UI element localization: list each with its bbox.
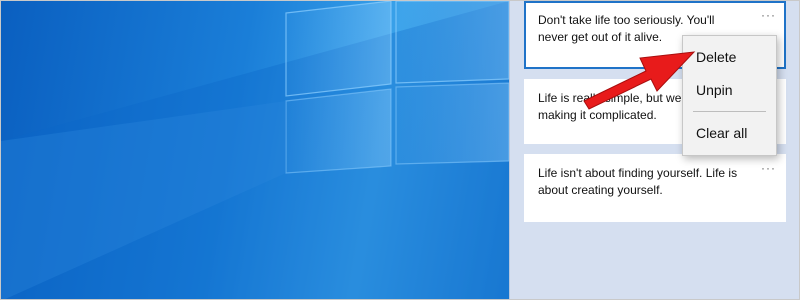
clipboard-item[interactable]: Life isn't about finding yourself. Life …	[524, 154, 786, 222]
clipboard-context-menu: Delete Unpin Clear all	[682, 35, 777, 156]
clear-all-menu-item[interactable]: Clear all	[683, 118, 776, 148]
screen: Don't take life too seriously. You'll ne…	[0, 0, 800, 300]
more-options-icon[interactable]: ···	[761, 160, 776, 177]
windows-logo-light	[1, 1, 509, 299]
delete-menu-item[interactable]: Delete	[683, 42, 776, 72]
clipboard-item-text: Life isn't about finding yourself. Life …	[538, 166, 738, 197]
desktop-wallpaper	[1, 1, 509, 299]
menu-divider	[693, 111, 766, 112]
unpin-menu-item[interactable]: Unpin	[683, 75, 776, 105]
more-options-icon[interactable]: ···	[761, 7, 776, 24]
